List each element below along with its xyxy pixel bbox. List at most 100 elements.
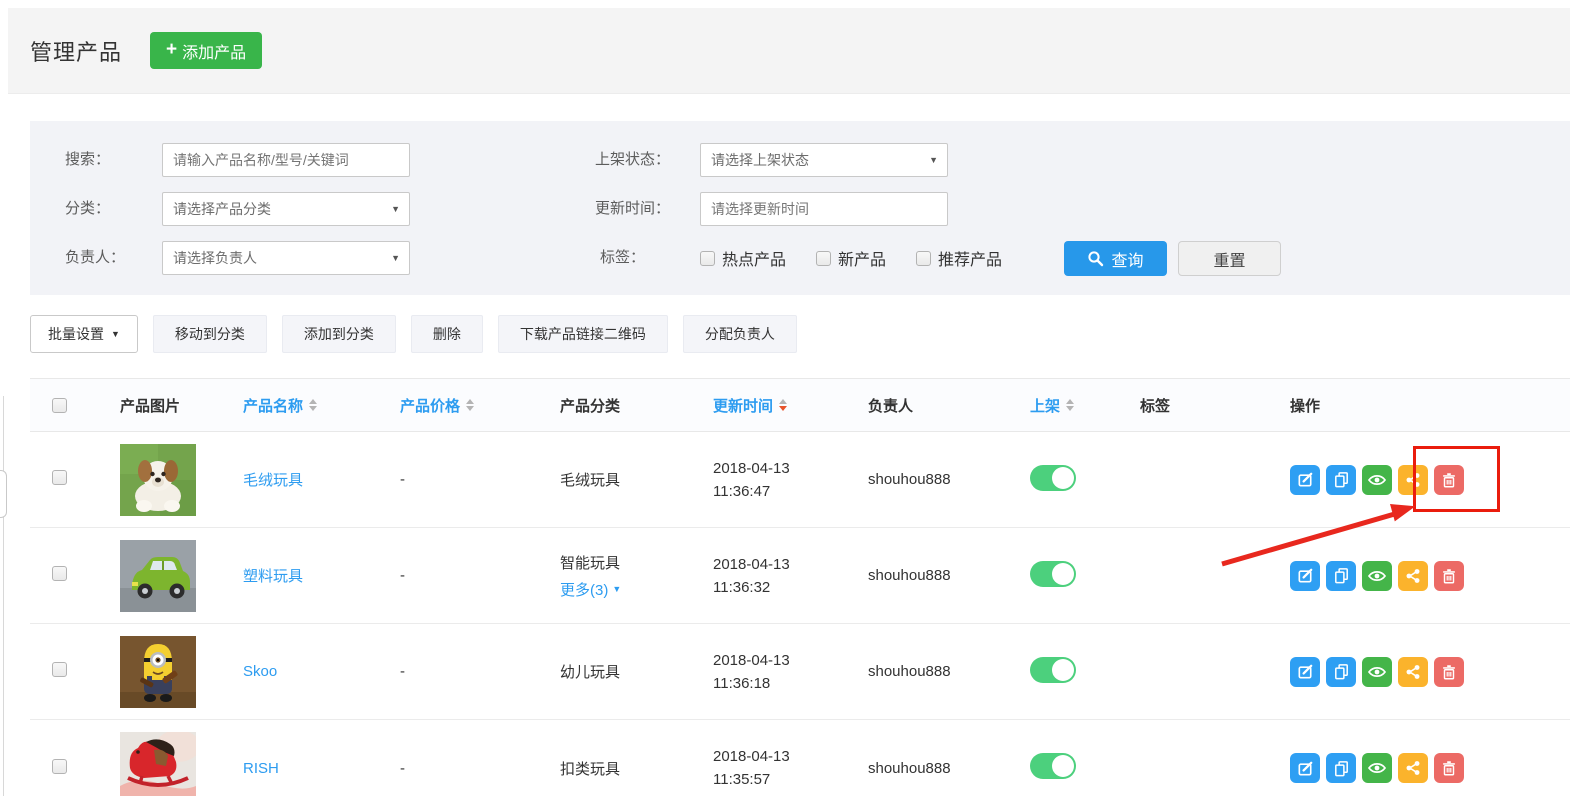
edit-button[interactable] <box>1290 561 1320 591</box>
bulk-settings-button[interactable]: 批量设置 ▼ <box>30 315 138 353</box>
update-time-label: 更新时间： <box>595 192 670 226</box>
manage-products-page: 管理产品 + 添加产品 搜索： 分类： 请选择产品分类 ▼ 负责人： 请选择负责… <box>0 0 1570 796</box>
edit-icon <box>1296 759 1315 778</box>
product-image-puppy[interactable] <box>120 444 196 516</box>
delete-button[interactable] <box>1434 657 1464 687</box>
view-button[interactable] <box>1362 657 1392 687</box>
row-checkbox[interactable] <box>52 566 67 581</box>
sort-icon <box>466 399 474 411</box>
owner-select[interactable]: 请选择负责人 ▼ <box>162 241 410 275</box>
view-button[interactable] <box>1362 561 1392 591</box>
edit-icon <box>1296 566 1315 585</box>
view-button[interactable] <box>1362 465 1392 495</box>
assign-owner-button[interactable]: 分配负责人 <box>683 315 797 353</box>
header-status[interactable]: 上架 <box>1030 395 1140 416</box>
table-row: 毛绒玩具 - 毛绒玩具 2018-04-13 11:36:47 shouhou8… <box>30 432 1570 528</box>
copy-button[interactable] <box>1326 561 1356 591</box>
more-categories-link[interactable]: 更多(3)▼ <box>560 579 621 600</box>
product-price: - <box>400 567 560 584</box>
product-name-link[interactable]: Skoo <box>243 663 277 680</box>
filter-panel: 搜索： 分类： 请选择产品分类 ▼ 负责人： 请选择负责人 ▼ 上架状态： 请选… <box>30 121 1570 295</box>
copy-icon <box>1332 662 1351 681</box>
table-row: RISH - 扣类玩具 2018-04-13 11:35:57 shouhou8… <box>30 720 1570 796</box>
row-checkbox[interactable] <box>52 759 67 774</box>
product-name-link[interactable]: RISH <box>243 760 279 777</box>
product-image-toy-car[interactable] <box>120 540 196 612</box>
trash-icon <box>1440 663 1458 681</box>
edit-button[interactable] <box>1290 753 1320 783</box>
tag-checkbox-hot[interactable]: 热点产品 <box>700 246 786 270</box>
tags-label: 标签： <box>600 241 645 275</box>
category-label: 分类： <box>65 192 110 226</box>
add-to-category-button[interactable]: 添加到分类 <box>282 315 396 353</box>
header-update-time[interactable]: 更新时间 <box>713 395 868 416</box>
product-price: - <box>400 471 560 488</box>
publish-toggle-on[interactable] <box>1030 465 1076 491</box>
update-time: 2018-04-13 11:36:47 <box>713 457 868 503</box>
copy-button[interactable] <box>1326 657 1356 687</box>
page-title: 管理产品 <box>30 35 122 67</box>
delete-selected-button[interactable]: 删除 <box>411 315 483 353</box>
delete-button[interactable] <box>1434 753 1464 783</box>
bulk-action-toolbar: 批量设置 ▼ 移动到分类 添加到分类 删除 下载产品链接二维码 分配负责人 <box>30 315 797 353</box>
chevron-down-icon: ▼ <box>929 144 938 176</box>
product-name-link[interactable]: 塑料玩具 <box>243 568 303 585</box>
plus-icon: + <box>166 40 177 59</box>
header-tag: 标签 <box>1140 395 1290 416</box>
eye-icon <box>1367 566 1387 586</box>
download-qrcode-button[interactable]: 下载产品链接二维码 <box>498 315 668 353</box>
product-price: - <box>400 663 560 680</box>
share-button[interactable] <box>1398 657 1428 687</box>
update-time-input[interactable] <box>700 192 948 226</box>
tag-checkbox-recommend[interactable]: 推荐产品 <box>916 246 1002 270</box>
view-button[interactable] <box>1362 753 1392 783</box>
header-product-name[interactable]: 产品名称 <box>243 395 400 416</box>
header-product-price[interactable]: 产品价格 <box>400 395 560 416</box>
share-button[interactable] <box>1398 561 1428 591</box>
edit-button[interactable] <box>1290 465 1320 495</box>
eye-icon <box>1367 758 1387 778</box>
category-select[interactable]: 请选择产品分类 ▼ <box>162 192 410 226</box>
trash-icon <box>1440 567 1458 585</box>
share-icon <box>1404 663 1422 681</box>
edit-icon <box>1296 662 1315 681</box>
header-product-category: 产品分类 <box>560 395 713 416</box>
edit-button[interactable] <box>1290 657 1320 687</box>
left-panel-collapse-handle[interactable] <box>0 470 7 518</box>
product-category: 智能玩具 更多(3)▼ <box>560 552 713 600</box>
row-actions <box>1290 465 1570 495</box>
tag-checkbox-new[interactable]: 新产品 <box>816 246 886 270</box>
owner-label: 负责人： <box>65 241 125 275</box>
row-checkbox[interactable] <box>52 662 67 677</box>
publish-toggle-on[interactable] <box>1030 657 1076 683</box>
product-image-rocking-horse[interactable] <box>120 732 196 796</box>
share-button[interactable] <box>1398 753 1428 783</box>
product-name-link[interactable]: 毛绒玩具 <box>243 472 303 489</box>
row-checkbox[interactable] <box>52 470 67 485</box>
sort-icon <box>1066 399 1074 411</box>
share-button[interactable] <box>1398 465 1428 495</box>
page-header: 管理产品 + 添加产品 <box>8 8 1570 94</box>
copy-button[interactable] <box>1326 465 1356 495</box>
publish-toggle-on[interactable] <box>1030 561 1076 587</box>
trash-icon <box>1440 471 1458 489</box>
eye-icon <box>1367 470 1387 490</box>
chevron-down-icon: ▼ <box>612 584 621 594</box>
delete-button[interactable] <box>1434 465 1464 495</box>
move-to-category-button[interactable]: 移动到分类 <box>153 315 267 353</box>
publish-toggle-on[interactable] <box>1030 753 1076 779</box>
product-image-minion[interactable] <box>120 636 196 708</box>
query-button[interactable]: 查询 <box>1064 241 1167 276</box>
search-input[interactable] <box>162 143 410 177</box>
search-label: 搜索： <box>65 143 110 177</box>
delete-button[interactable] <box>1434 561 1464 591</box>
chevron-down-icon: ▼ <box>391 242 400 274</box>
copy-button[interactable] <box>1326 753 1356 783</box>
add-product-button[interactable]: + 添加产品 <box>150 32 262 69</box>
row-actions <box>1290 753 1570 783</box>
reset-button[interactable]: 重置 <box>1178 241 1281 276</box>
select-all-checkbox[interactable] <box>52 398 67 413</box>
share-icon <box>1404 759 1422 777</box>
status-select[interactable]: 请选择上架状态 ▼ <box>700 143 948 177</box>
sort-icon-active-desc <box>779 399 787 411</box>
